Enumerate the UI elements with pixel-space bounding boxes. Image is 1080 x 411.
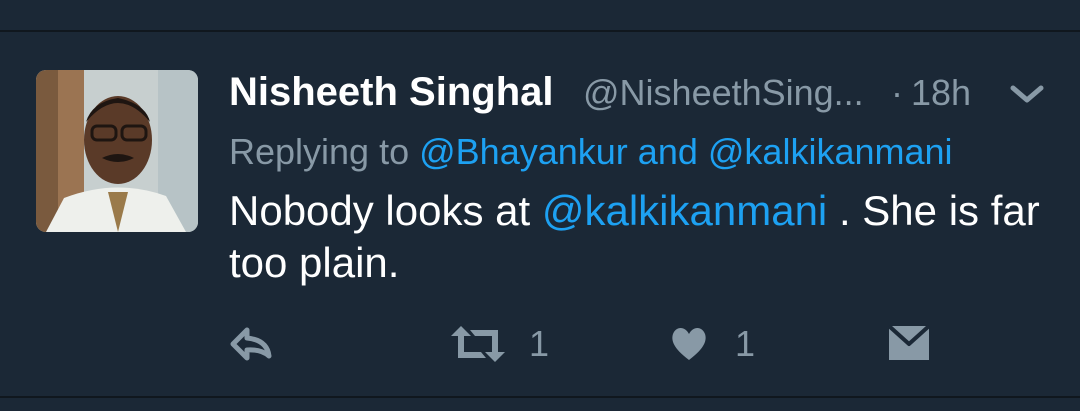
tweet-text: Nobody looks at @kalkikanmani . She is f… (229, 185, 1049, 289)
avatar[interactable] (36, 70, 198, 232)
heart-icon (672, 328, 706, 360)
replying-to-user-2[interactable]: @kalkikanmani (708, 131, 953, 172)
tweet-mention[interactable]: @kalkikanmani (542, 187, 827, 234)
replying-to-user-1[interactable]: @Bhayankur (419, 131, 628, 172)
tweet-card[interactable]: Nisheeth Singhal @NisheethSing... · 18h … (0, 32, 1080, 396)
retweet-count: 1 (529, 323, 550, 364)
author-handle[interactable]: @NisheethSing... (583, 66, 873, 120)
direct-message-button[interactable] (887, 322, 931, 366)
retweet-icon (451, 326, 505, 362)
avatar-photo (36, 70, 198, 232)
tweet-timestamp[interactable]: 18h (911, 66, 971, 120)
tweet-text-part-1: Nobody looks at (229, 187, 531, 234)
author-name[interactable]: Nisheeth Singhal (229, 66, 554, 118)
tweet-header: Nisheeth Singhal @NisheethSing... · 18h (229, 66, 1049, 118)
separator-dot: · (891, 72, 903, 113)
chevron-down-icon[interactable] (1007, 78, 1047, 110)
retweet-button[interactable]: 1 (449, 322, 569, 366)
reply-arrow-icon (230, 327, 272, 361)
bottom-divider (0, 396, 1080, 398)
envelope-icon (887, 324, 931, 360)
tweet-actions: 1 1 (229, 322, 1009, 366)
replying-to-label: Replying to (229, 131, 410, 172)
like-count: 1 (735, 323, 756, 364)
like-button[interactable]: 1 (669, 322, 779, 366)
replying-to-and[interactable]: and (638, 131, 698, 172)
reply-button[interactable] (229, 322, 277, 366)
replying-to-line: Replying to @Bhayankur and @kalkikanmani (229, 128, 953, 176)
